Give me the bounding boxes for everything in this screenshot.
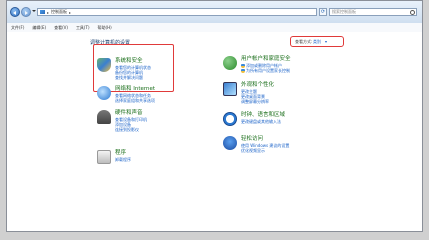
view-by-dropdown[interactable]: 类别: [313, 39, 321, 45]
monitor-appearance-icon[interactable]: [223, 82, 237, 96]
users-icon[interactable]: [223, 56, 237, 70]
printer-hardware-icon[interactable]: [97, 110, 111, 124]
breadcrumb-control-panel[interactable]: 控制面板: [51, 9, 67, 15]
menu-help[interactable]: 帮助(H): [98, 25, 112, 31]
breadcrumb-separator-icon[interactable]: ▸: [69, 10, 71, 15]
category-link[interactable]: 优化视频显示: [241, 148, 289, 153]
accessibility-icon[interactable]: [223, 136, 237, 150]
category-link[interactable]: 调整屏幕分辨率: [241, 99, 274, 104]
programs-icon[interactable]: [97, 150, 111, 164]
search-icon[interactable]: [410, 10, 415, 15]
category-title[interactable]: 轻松访问: [241, 136, 289, 143]
menu-file[interactable]: 文件(F): [11, 25, 24, 31]
back-button[interactable]: [10, 7, 20, 17]
category-title[interactable]: 用户帐户和家庭安全: [241, 56, 291, 63]
category-link[interactable]: 查找并解决问题: [115, 75, 151, 80]
navigation-bar: ▸ 控制面板 ▸ ⟳ 搜索控制面板: [7, 1, 422, 24]
breadcrumb-separator-icon[interactable]: ▸: [47, 10, 49, 15]
search-input[interactable]: 搜索控制面板: [329, 8, 417, 16]
view-by-label: 查看方式:: [295, 39, 313, 44]
category-title[interactable]: 时钟、语言和区域: [241, 112, 285, 119]
uac-shield-icon: [241, 63, 245, 68]
control-panel-window: ▸ 控制面板 ▸ ⟳ 搜索控制面板 文件(F) 编辑(E) 查看(V) 工具(T…: [6, 0, 423, 232]
category-link[interactable]: 卸载程序: [115, 157, 131, 162]
recent-pages-dropdown-icon[interactable]: [32, 10, 36, 12]
category-title[interactable]: 程序: [115, 150, 131, 157]
chevron-down-icon[interactable]: [325, 41, 327, 43]
category-title[interactable]: 硬件和声音: [115, 110, 147, 117]
globe-network-icon[interactable]: [97, 86, 111, 100]
menu-view[interactable]: 查看(V): [54, 25, 68, 31]
control-panel-icon: [40, 10, 45, 14]
category-title[interactable]: 网络和 Internet: [115, 86, 155, 93]
content-area: 调整计算机的设置 查看方式: 类别 系统和安全 查看您的计算机状态 备份您的计算…: [7, 32, 422, 231]
forward-button[interactable]: [21, 7, 31, 17]
category-link[interactable]: 选择家庭组和共享选项: [115, 98, 155, 103]
menu-edit[interactable]: 编辑(E): [32, 25, 46, 31]
category-link[interactable]: 连接到投影仪: [115, 127, 147, 132]
refresh-button[interactable]: ⟳: [319, 8, 327, 16]
menu-tools[interactable]: 工具(T): [76, 25, 90, 31]
category-title[interactable]: 外观和个性化: [241, 82, 274, 89]
address-bar[interactable]: ▸ 控制面板 ▸: [37, 8, 317, 16]
shield-security-icon[interactable]: [97, 58, 111, 72]
category-title[interactable]: 系统和安全: [115, 58, 151, 65]
category-link[interactable]: 更改键盘或其他输入法: [241, 119, 285, 124]
search-placeholder: 搜索控制面板: [332, 9, 356, 14]
clock-globe-icon[interactable]: [223, 112, 237, 126]
uac-shield-icon: [241, 68, 245, 73]
category-link[interactable]: 为所有用户设置家长控制: [241, 68, 291, 73]
